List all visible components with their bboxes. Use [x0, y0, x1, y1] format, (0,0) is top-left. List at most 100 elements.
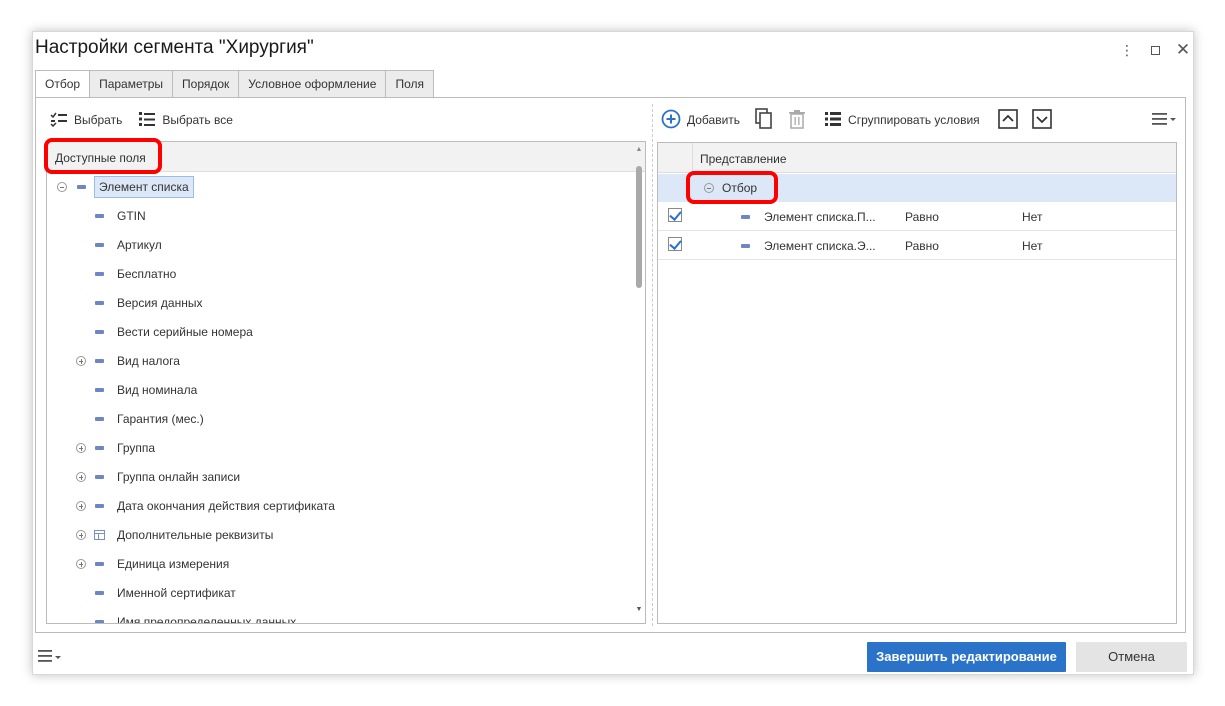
scroll-down-icon[interactable]: ▼ — [635, 606, 643, 614]
menu-icon — [1151, 111, 1177, 130]
expand-icon[interactable] — [76, 472, 86, 482]
tree-item-label: Вид номинала — [117, 383, 198, 397]
cancel-button[interactable]: Отмена — [1076, 642, 1187, 672]
tree-item[interactable]: Дополнительные реквизиты — [76, 524, 273, 546]
field-icon — [95, 359, 104, 363]
condition-row[interactable]: Элемент списка.П... Равно Нет — [658, 202, 1176, 231]
tree-item-label: Версия данных — [117, 296, 203, 310]
add-circle-icon — [661, 109, 681, 132]
tab-bar: Отбор Параметры Порядок Условное оформле… — [35, 70, 434, 98]
field-icon — [95, 272, 104, 276]
tree-item[interactable]: Артикул — [95, 234, 162, 256]
more-options-icon[interactable]: ⋮ — [1117, 40, 1137, 60]
field-icon — [95, 475, 104, 479]
trash-icon — [788, 109, 806, 132]
condition-row[interactable]: Элемент списка.Э... Равно Нет — [658, 231, 1176, 260]
tree-item[interactable]: Дата окончания действия сертификата — [76, 495, 335, 517]
copy-icon — [754, 107, 774, 133]
move-up-button[interactable] — [994, 108, 1022, 132]
tab-order[interactable]: Порядок — [173, 70, 240, 98]
condition-checkbox[interactable] — [668, 237, 682, 251]
representation-column-title: Представление — [700, 152, 787, 166]
expand-icon[interactable] — [76, 530, 86, 540]
tree-item[interactable]: Гарантия (мес.) — [95, 408, 204, 430]
tab-parameters[interactable]: Параметры — [90, 70, 174, 98]
field-icon — [95, 388, 104, 392]
tree-item[interactable]: Группа — [76, 437, 155, 459]
condition-operator: Равно — [905, 210, 939, 224]
group-conditions-button[interactable]: Сгруппировать условия — [820, 108, 984, 132]
right-toolbar: Добавить Сгруппировать условия — [657, 107, 1181, 133]
settings-dialog: Настройки сегмента "Хирургия" ⋮ ✕ Отбор … — [32, 31, 1194, 675]
field-icon — [95, 504, 104, 508]
tree-item[interactable]: Единица измерения — [76, 553, 229, 575]
tree-item-label: Элемент списка — [94, 176, 194, 198]
select-all-button[interactable]: Выбрать все — [134, 108, 237, 132]
tree-item[interactable]: GTIN — [95, 205, 146, 227]
tree-item-element[interactable]: Элемент списка — [57, 176, 194, 198]
tab-filter[interactable]: Отбор — [35, 70, 91, 98]
scroll-up-icon[interactable]: ▲ — [635, 146, 643, 154]
field-icon — [95, 562, 104, 566]
group-conditions-label: Сгруппировать условия — [848, 113, 980, 127]
expand-icon[interactable] — [76, 559, 86, 569]
tree-item-label: Группа — [117, 441, 156, 455]
tree-item[interactable]: Версия данных — [95, 292, 202, 314]
tree-item[interactable]: Именной сертификат — [95, 582, 236, 604]
field-icon — [77, 185, 86, 189]
tree-scrollbar[interactable]: ▲ ▼ — [635, 146, 643, 614]
chevron-down-icon — [1031, 108, 1052, 132]
highlight-filter-group — [686, 171, 778, 204]
tree-item[interactable]: Вид номинала — [95, 379, 197, 401]
condition-checkbox[interactable] — [668, 208, 682, 222]
expand-icon[interactable] — [76, 443, 86, 453]
scroll-thumb[interactable] — [636, 166, 642, 288]
tree-item[interactable]: Вести серийные номера — [95, 321, 253, 343]
field-icon — [95, 446, 104, 450]
tab-conditional-format[interactable]: Условное оформление — [239, 70, 387, 98]
conditions-header: Представление — [658, 143, 1176, 173]
tree-item[interactable]: Группа онлайн записи — [76, 466, 240, 488]
copy-button[interactable] — [750, 107, 778, 133]
footer-menu-button[interactable] — [37, 648, 63, 667]
collapse-icon[interactable] — [57, 182, 67, 192]
tree-item-label: Гарантия (мес.) — [117, 412, 204, 426]
expand-icon[interactable] — [76, 501, 86, 511]
table-icon — [94, 530, 105, 540]
add-label: Добавить — [687, 113, 741, 127]
chevron-up-icon — [997, 108, 1018, 132]
available-fields-tree[interactable]: Доступные поля Элемент списка GTIN Артик… — [46, 141, 646, 624]
move-down-button[interactable] — [1028, 108, 1056, 132]
field-icon — [95, 330, 104, 334]
field-icon — [741, 215, 750, 219]
tree-item-label: Дата окончания действия сертификата — [117, 499, 335, 513]
expand-icon[interactable] — [76, 356, 86, 366]
menu-icon — [37, 648, 63, 667]
select-label: Выбрать — [74, 113, 123, 127]
filter-panel: Выбрать Выбрать все Доступные поля Элеме… — [35, 97, 1186, 633]
filter-conditions-grid[interactable]: Представление Отбор Элемент списка.П... … — [657, 142, 1177, 624]
field-icon — [95, 243, 104, 247]
more-actions-button[interactable] — [1147, 108, 1181, 132]
condition-field: Элемент списка.Э... — [764, 239, 876, 253]
maximize-icon[interactable] — [1145, 40, 1165, 60]
tree-item[interactable]: Бесплатно — [95, 263, 176, 285]
tree-item-label: Имя предопределенных данных — [117, 615, 297, 623]
delete-button[interactable] — [784, 108, 810, 132]
field-icon — [95, 620, 104, 623]
add-button[interactable]: Добавить — [657, 108, 744, 132]
tree-item-label: Единица измерения — [117, 557, 230, 571]
dialog-title: Настройки сегмента "Хирургия" — [35, 37, 314, 58]
tree-item[interactable]: Имя предопределенных данных — [95, 611, 296, 623]
select-all-list-icon — [138, 111, 156, 130]
finish-editing-button[interactable]: Завершить редактирование — [867, 642, 1066, 672]
tab-fields[interactable]: Поля — [386, 70, 434, 98]
select-button[interactable]: Выбрать — [46, 108, 126, 132]
header-divider — [692, 143, 693, 173]
close-icon[interactable]: ✕ — [1173, 40, 1193, 60]
tree-item[interactable]: Вид налога — [76, 350, 180, 372]
highlight-available-fields — [44, 138, 162, 174]
panel-splitter[interactable] — [652, 104, 653, 626]
condition-value: Нет — [1022, 210, 1043, 224]
tree-item-label: Бесплатно — [117, 267, 177, 281]
